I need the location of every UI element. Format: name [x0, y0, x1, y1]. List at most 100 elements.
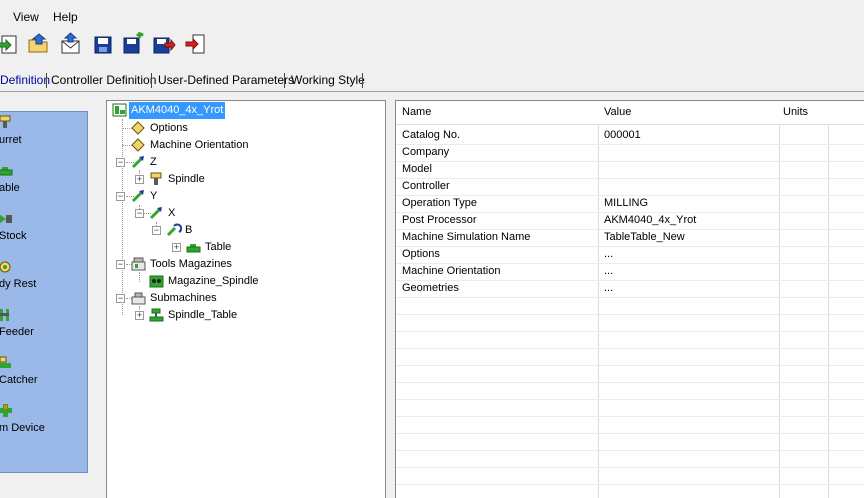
property-name: Catalog No. — [402, 129, 461, 141]
property-value[interactable]: TableTable_New — [604, 231, 685, 243]
grid-row-empty — [396, 382, 864, 400]
open-button[interactable] — [27, 32, 51, 56]
grid-row-empty — [396, 365, 864, 383]
column-header-name[interactable]: Name — [402, 106, 431, 118]
palette-item-turret[interactable]: urret — [0, 115, 87, 155]
collapse-y-toggle[interactable]: − — [116, 192, 125, 201]
grid-header: Name Value Units — [396, 101, 864, 125]
grid-row-empty — [396, 348, 864, 366]
palette-item-feeder[interactable]: Feeder — [0, 307, 87, 347]
tree-connector — [139, 272, 140, 282]
component-palette: urret able Stock dy Rest Feeder Catcher … — [0, 111, 88, 473]
property-name: Operation Type — [402, 197, 478, 209]
expand-spindle-toggle[interactable]: + — [135, 175, 144, 184]
column-header-value[interactable]: Value — [604, 106, 631, 118]
tree-label-magazine-spindle: Magazine_Spindle — [168, 275, 259, 287]
palette-item-steady-rest[interactable]: dy Rest — [0, 259, 87, 299]
property-value-ellipsis-button[interactable]: ... — [604, 282, 613, 294]
grid-row-empty — [396, 433, 864, 451]
palette-label: able — [0, 182, 20, 194]
palette-label: dy Rest — [0, 278, 37, 290]
palette-label: urret — [0, 134, 22, 146]
device-icon — [0, 404, 12, 417]
property-name: Company — [402, 146, 450, 158]
palette-label: Catcher — [0, 374, 38, 386]
collapse-submachines-toggle[interactable]: − — [116, 294, 125, 303]
linear-axis-icon — [131, 156, 144, 169]
grid-row-simulation-name[interactable]: Machine Simulation Name TableTable_New — [396, 229, 864, 247]
save-as-button[interactable] — [122, 32, 146, 56]
property-value[interactable]: MILLING — [604, 197, 648, 209]
tree-label-x: X — [168, 207, 176, 219]
table-icon — [0, 167, 13, 176]
grid-row-options[interactable]: Options ... — [396, 246, 864, 264]
grid-row-model[interactable]: Model — [396, 161, 864, 179]
linear-axis-icon — [149, 207, 162, 220]
grid-row-machine-orientation[interactable]: Machine Orientation ... — [396, 263, 864, 281]
exit-button[interactable] — [184, 32, 208, 56]
tab-definition[interactable]: Definition — [0, 71, 52, 90]
machine-root-icon — [112, 103, 127, 117]
tab-user-defined-parameters[interactable]: User-Defined Parameters — [156, 71, 296, 90]
spindle-table-icon — [149, 308, 164, 322]
menu-bar: View Help — [0, 7, 864, 27]
grid-row-operation-type[interactable]: Operation Type MILLING — [396, 195, 864, 213]
collapse-b-toggle[interactable]: − — [152, 226, 161, 235]
save-button[interactable] — [91, 32, 115, 56]
property-value-ellipsis-button[interactable]: ... — [604, 265, 613, 277]
spindle-icon — [150, 172, 162, 185]
save-export-button[interactable] — [152, 32, 176, 56]
property-value-ellipsis-button[interactable]: ... — [604, 248, 613, 260]
tree-label-orientation: Machine Orientation — [150, 139, 249, 151]
property-name: Machine Simulation Name — [402, 231, 531, 243]
grid-row-controller[interactable]: Controller — [396, 178, 864, 196]
tab-separator — [284, 73, 285, 88]
palette-item-stock[interactable]: Stock — [0, 211, 87, 251]
tab-working-style[interactable]: Working Style — [289, 71, 367, 90]
palette-item-table[interactable]: able — [0, 163, 87, 203]
grid-row-post-processor[interactable]: Post Processor AKM4040_4x_Yrot — [396, 212, 864, 230]
column-header-units[interactable]: Units — [783, 106, 808, 118]
tree-label-table: Table — [205, 241, 232, 253]
tree-connector — [122, 119, 123, 315]
new-machine-icon — [0, 35, 17, 54]
tree-label-z: Z — [150, 156, 157, 168]
new-machine-button[interactable] — [0, 32, 20, 56]
property-value[interactable]: AKM4040_4x_Yrot — [604, 214, 696, 226]
expand-table-toggle[interactable]: + — [172, 243, 181, 252]
palette-item-catcher[interactable]: Catcher — [0, 355, 87, 395]
grid-row-empty — [396, 331, 864, 349]
property-name: Geometries — [402, 282, 459, 294]
property-name: Options — [402, 248, 440, 260]
collapse-z-toggle[interactable]: − — [116, 158, 125, 167]
tree-label-b: B — [185, 224, 193, 236]
property-value[interactable]: 000001 — [604, 129, 641, 141]
grid-row-catalog-no[interactable]: Catalog No. 000001 — [396, 127, 864, 145]
menu-help[interactable]: Help — [53, 10, 78, 24]
tree-label-submachines: Submachines — [150, 292, 217, 304]
grid-row-company[interactable]: Company — [396, 144, 864, 162]
property-name: Post Processor — [402, 214, 477, 226]
palette-label: Feeder — [0, 326, 34, 338]
import-button[interactable] — [59, 32, 83, 56]
property-name: Controller — [402, 180, 450, 192]
tree-label-spindle: Spindle — [168, 173, 205, 185]
exit-icon — [185, 34, 205, 54]
palette-item-device[interactable]: m Device — [0, 403, 87, 443]
tab-separator — [151, 73, 152, 88]
tab-separator — [362, 73, 363, 88]
tab-controller-definition[interactable]: Controller Definition — [49, 71, 158, 90]
collapse-x-toggle[interactable]: − — [135, 209, 144, 218]
tree-label-y: Y — [150, 190, 158, 202]
collapse-tools-magazines-toggle[interactable]: − — [116, 260, 125, 269]
grid-row-geometries[interactable]: Geometries ... — [396, 280, 864, 298]
expand-spindle-table-toggle[interactable]: + — [135, 311, 144, 320]
save-as-icon — [123, 32, 144, 54]
linear-axis-icon — [131, 190, 144, 203]
stock-icon — [0, 214, 12, 224]
table-icon — [186, 244, 201, 253]
tree-label-options: Options — [150, 122, 188, 134]
menu-view[interactable]: View — [13, 10, 39, 24]
grid-row-empty — [396, 467, 864, 485]
palette-label: Stock — [0, 230, 27, 242]
